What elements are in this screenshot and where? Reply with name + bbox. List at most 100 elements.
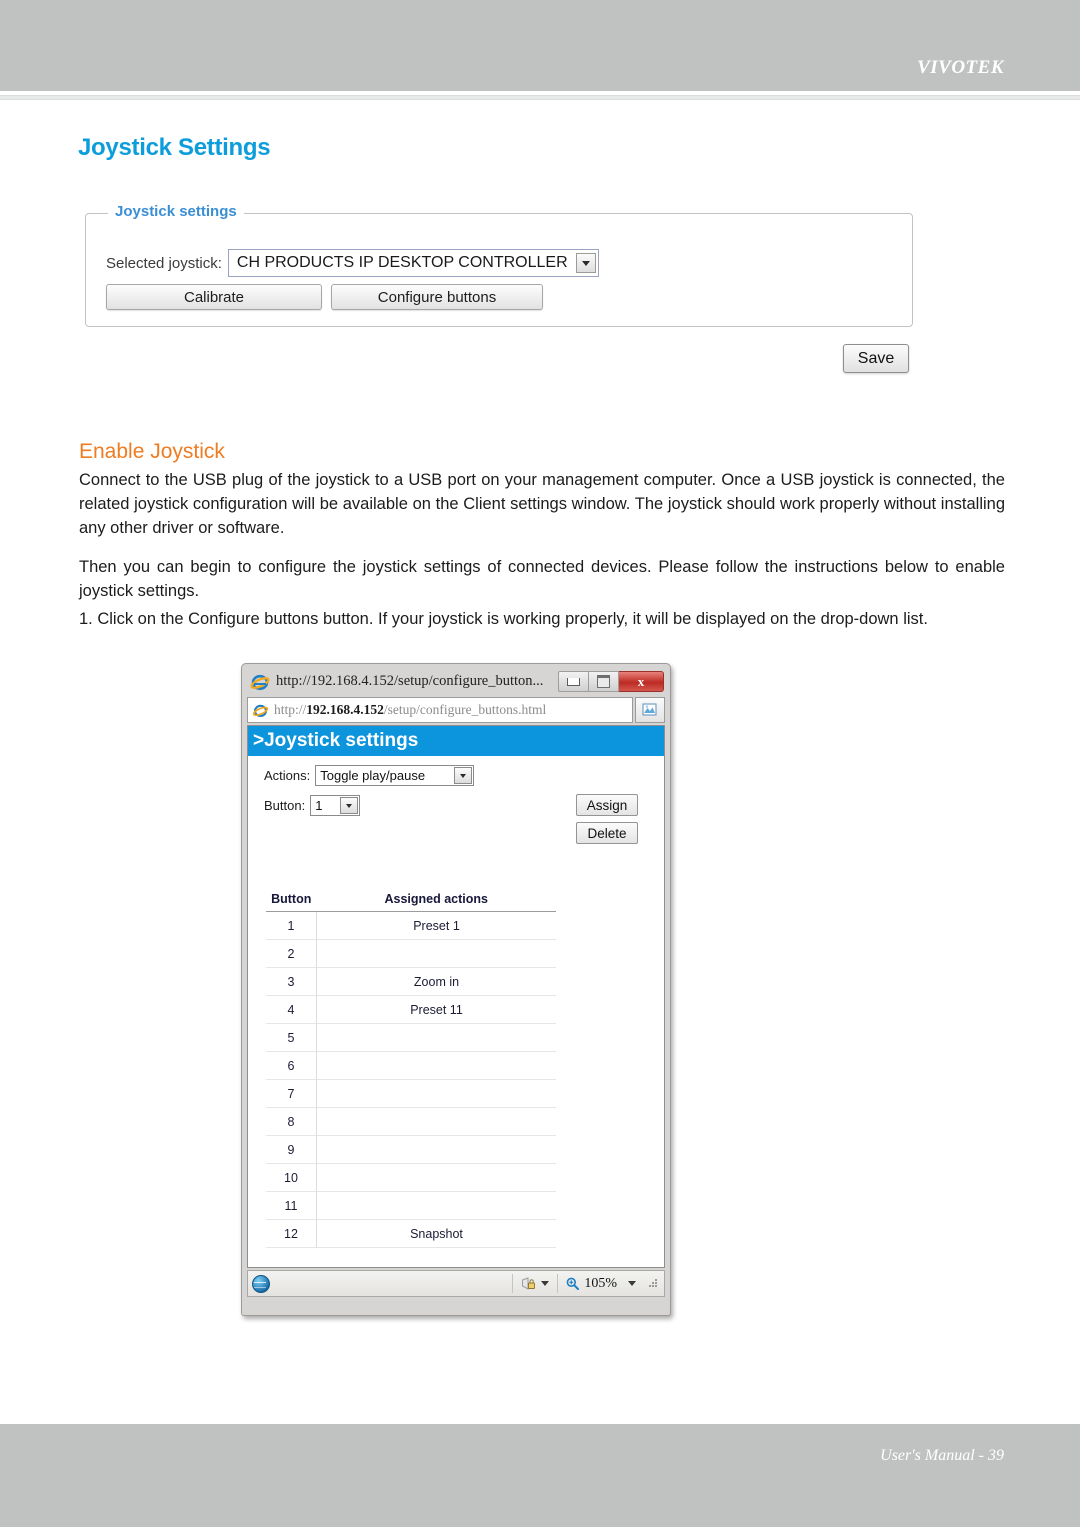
- numbered-list-item-1: 1. Click on the Configure buttons button…: [79, 610, 928, 628]
- cell-action: Preset 11: [316, 995, 556, 1024]
- zoom-level-value: 105%: [584, 1275, 617, 1291]
- actions-label: Actions:: [264, 768, 311, 783]
- cell-action: [316, 1051, 556, 1080]
- joystick-settings-banner: >Joystick settings: [248, 726, 664, 756]
- page-favicon-icon: [252, 702, 269, 719]
- chevron-down-icon: [541, 1281, 550, 1286]
- cell-button: 7: [266, 1079, 317, 1108]
- joystick-settings-panel: Joystick settings Selected joystick: CH …: [85, 203, 913, 327]
- magnifier-plus-icon: [566, 1277, 580, 1290]
- calibrate-button[interactable]: Calibrate: [106, 284, 322, 310]
- table-row[interactable]: 2: [266, 939, 556, 968]
- cell-action: Zoom in: [316, 967, 556, 996]
- button-number-select[interactable]: 1: [310, 795, 361, 816]
- internet-explorer-icon: [250, 672, 270, 692]
- zoom-level-cell[interactable]: 105%: [557, 1274, 644, 1293]
- cell-action: Snapshot: [316, 1219, 556, 1248]
- cell-button: 10: [266, 1163, 317, 1192]
- page-footer-band: User's Manual - 39: [0, 1424, 1080, 1527]
- cell-action: [316, 1023, 556, 1052]
- close-button[interactable]: x: [619, 671, 664, 692]
- resize-grip[interactable]: [648, 1278, 659, 1289]
- cell-button: 1: [266, 911, 317, 940]
- cell-button: 6: [266, 1051, 317, 1080]
- compatibility-view-button[interactable]: [635, 697, 665, 723]
- cell-action: [316, 1079, 556, 1108]
- button-label: Button:: [264, 798, 306, 813]
- protected-mode-cell[interactable]: [512, 1274, 557, 1293]
- panel-button-group: Calibrate Configure buttons: [106, 284, 543, 310]
- table-row[interactable]: 11: [266, 1191, 556, 1220]
- window-controls: x: [558, 671, 664, 692]
- cell-button: 9: [266, 1135, 317, 1164]
- cell-action: [316, 1163, 556, 1192]
- cell-button: 12: [266, 1219, 317, 1248]
- table-row[interactable]: 10: [266, 1163, 556, 1192]
- cell-action: [316, 939, 556, 968]
- selected-joystick-row: Selected joystick: CH PRODUCTS IP DESKTO…: [106, 249, 599, 277]
- vivotek-logo: VIVOTEK: [917, 57, 1004, 78]
- chevron-down-icon: [575, 253, 596, 273]
- assign-delete-group: Assign Delete: [576, 794, 638, 844]
- table-row[interactable]: 3 Zoom in: [266, 967, 556, 996]
- footer-page-label: User's Manual - 39: [880, 1447, 1004, 1464]
- page-header-band: VIVOTEK: [0, 0, 1080, 91]
- url-host: 192.168.4.152: [306, 702, 384, 717]
- joystick-config-form: Actions: Toggle play/pause Button: 1 Ass…: [248, 756, 664, 1248]
- minimize-button[interactable]: [558, 671, 589, 692]
- cell-button: 11: [266, 1191, 317, 1220]
- assigned-actions-table-body: 1 Preset 1 2 3 Zoom in 4 Preset 11 5 6 7 8 …: [266, 911, 556, 1248]
- browser-statusbar: 105%: [247, 1270, 665, 1297]
- browser-titlebar: http://192.168.4.152/setup/configure_but…: [247, 668, 665, 695]
- panel-legend: Joystick settings: [108, 203, 244, 220]
- table-header-row: Button Assigned actions: [266, 891, 556, 912]
- cell-action: [316, 1107, 556, 1136]
- actions-value: Toggle play/pause: [320, 768, 426, 783]
- table-row[interactable]: 1 Preset 1: [266, 911, 556, 940]
- save-button[interactable]: Save: [843, 344, 909, 373]
- assign-button[interactable]: Assign: [576, 794, 638, 816]
- cell-button: 8: [266, 1107, 317, 1136]
- cell-button: 5: [266, 1023, 317, 1052]
- cell-action: [316, 1135, 556, 1164]
- assigned-actions-table: Button Assigned actions 1 Preset 1 2 3 Zoo…: [266, 891, 556, 1248]
- browser-viewport: >Joystick settings Actions: Toggle play/…: [247, 725, 665, 1268]
- table-row[interactable]: 8: [266, 1107, 556, 1136]
- address-url: http://192.168.4.152/setup/configure_but…: [274, 702, 546, 718]
- section-heading: Enable Joystick: [79, 440, 225, 463]
- lock-shield-icon: [521, 1276, 536, 1291]
- table-row[interactable]: 9: [266, 1135, 556, 1164]
- chevron-down-icon: [340, 797, 359, 814]
- chevron-down-icon: [454, 767, 473, 784]
- cell-action: [316, 1191, 556, 1220]
- cell-action: Preset 1: [316, 911, 556, 940]
- table-row[interactable]: 4 Preset 11: [266, 995, 556, 1024]
- browser-window-title: http://192.168.4.152/setup/configure_but…: [276, 673, 544, 689]
- table-row[interactable]: 6: [266, 1051, 556, 1080]
- configure-buttons-button[interactable]: Configure buttons: [331, 284, 543, 310]
- header-divider: [0, 95, 1080, 100]
- cell-button: 4: [266, 995, 317, 1024]
- browser-window-screenshot: http://192.168.4.152/setup/configure_but…: [241, 663, 671, 1316]
- cell-button: 3: [266, 967, 317, 996]
- selected-joystick-select[interactable]: CH PRODUCTS IP DESKTOP CONTROLLER: [227, 249, 599, 277]
- column-header-assigned-actions: Assigned actions: [316, 891, 556, 912]
- actions-select[interactable]: Toggle play/pause: [315, 765, 475, 786]
- table-row[interactable]: 7: [266, 1079, 556, 1108]
- paragraph-1: Connect to the USB plug of the joystick …: [79, 471, 1005, 537]
- paragraph-2: Then you can begin to configure the joys…: [79, 558, 1005, 600]
- internet-zone-globe-icon: [252, 1274, 270, 1293]
- table-row[interactable]: 12 Snapshot: [266, 1219, 556, 1248]
- address-input[interactable]: http://192.168.4.152/setup/configure_but…: [247, 697, 633, 723]
- maximize-button[interactable]: [589, 671, 619, 692]
- button-number-value: 1: [315, 798, 323, 813]
- selected-joystick-label: Selected joystick:: [106, 254, 222, 272]
- browser-address-bar: http://192.168.4.152/setup/configure_but…: [247, 697, 665, 723]
- cell-button: 2: [266, 939, 317, 968]
- url-path: /setup/configure_buttons.html: [383, 702, 547, 717]
- table-row[interactable]: 5: [266, 1023, 556, 1052]
- selected-joystick-value: CH PRODUCTS IP DESKTOP CONTROLLER: [236, 254, 568, 271]
- page-title: Joystick Settings: [78, 134, 271, 161]
- delete-button[interactable]: Delete: [576, 822, 638, 844]
- actions-row: Actions: Toggle play/pause: [264, 765, 664, 786]
